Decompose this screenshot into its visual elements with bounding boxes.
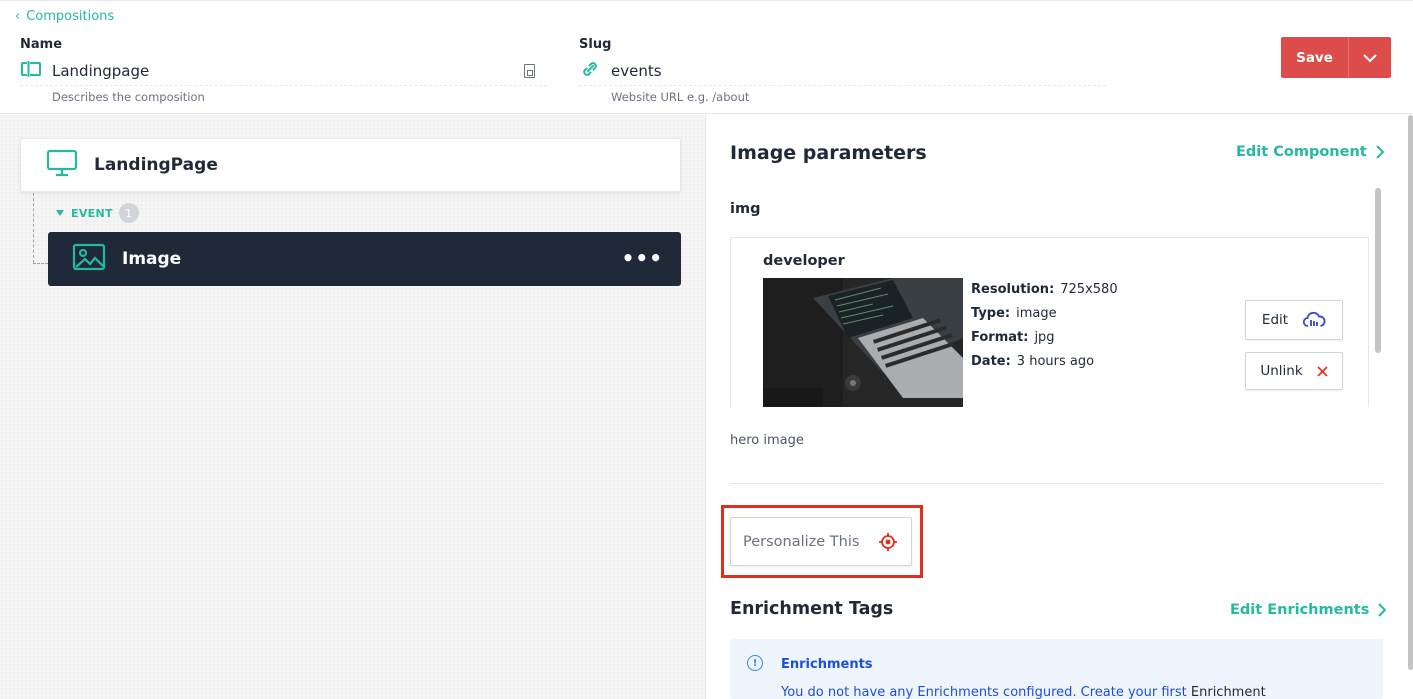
edit-asset-label: Edit bbox=[1261, 312, 1289, 328]
name-help-text: Describes the composition bbox=[52, 90, 205, 104]
slug-input[interactable]: events bbox=[611, 62, 662, 80]
divider bbox=[730, 483, 1383, 484]
close-icon bbox=[1317, 365, 1328, 377]
parameters-title: Image parameters bbox=[730, 142, 927, 164]
asset-type: Type: image bbox=[971, 306, 1057, 321]
format-label: Format: bbox=[971, 330, 1029, 345]
image-icon bbox=[72, 243, 106, 275]
format-value: jpg bbox=[1034, 330, 1055, 345]
parameters-panel: Image parameters Edit Component img deve… bbox=[707, 115, 1413, 699]
edit-enrichments-label: Edit Enrichments bbox=[1230, 602, 1370, 618]
root-component-card[interactable]: LandingPage bbox=[20, 138, 681, 192]
info-title: Enrichments bbox=[781, 657, 873, 672]
save-button-group: Save bbox=[1281, 37, 1391, 78]
slot-event-toggle[interactable]: EVENT 1 bbox=[55, 203, 139, 223]
document-icon[interactable] bbox=[524, 63, 535, 78]
name-input[interactable]: Landingpage bbox=[52, 62, 149, 80]
chevron-right-icon bbox=[1375, 145, 1384, 159]
page-scrollbar-thumb[interactable] bbox=[1408, 115, 1413, 670]
info-icon: ! bbox=[747, 655, 763, 671]
link-icon bbox=[579, 60, 601, 82]
asset-thumbnail[interactable] bbox=[763, 278, 963, 407]
asset-name: developer bbox=[763, 253, 845, 269]
date-value: 3 hours ago bbox=[1016, 354, 1095, 369]
monitor-icon bbox=[46, 149, 78, 181]
asset-card: developer Resolution: 725x580 Type: imag… bbox=[730, 237, 1369, 407]
tree-connector bbox=[33, 193, 34, 263]
resolution-label: Resolution: bbox=[971, 282, 1055, 297]
unlink-asset-label: Unlink bbox=[1260, 363, 1303, 379]
slug-help-text: Website URL e.g. /about bbox=[611, 90, 750, 104]
image-component-card[interactable]: Image ••• bbox=[48, 232, 681, 286]
image-component-title: Image bbox=[122, 249, 182, 269]
slug-field[interactable]: events bbox=[579, 56, 1106, 86]
type-value: image bbox=[1016, 306, 1057, 321]
save-button[interactable]: Save bbox=[1281, 37, 1349, 78]
triangle-down-icon bbox=[55, 207, 65, 220]
personalize-label: Personalize This bbox=[743, 533, 860, 550]
name-label: Name bbox=[20, 37, 63, 52]
root-component-title: LandingPage bbox=[94, 155, 218, 175]
chevron-right-icon bbox=[1378, 603, 1387, 617]
param-name: img bbox=[730, 201, 761, 217]
chevron-left-icon: ‹ bbox=[15, 9, 21, 24]
save-options-button[interactable] bbox=[1349, 37, 1391, 78]
param-description: hero image bbox=[730, 433, 804, 448]
cloud-icon bbox=[1302, 312, 1326, 327]
tree-connector bbox=[33, 263, 48, 264]
slug-label: Slug bbox=[579, 37, 612, 52]
asset-scrollbar-thumb[interactable] bbox=[1375, 188, 1381, 353]
more-icon[interactable]: ••• bbox=[622, 246, 663, 270]
composition-icon bbox=[20, 60, 42, 81]
asset-resolution: Resolution: 725x580 bbox=[971, 282, 1118, 297]
type-label: Type: bbox=[971, 306, 1011, 321]
asset-date: Date: 3 hours ago bbox=[971, 354, 1094, 369]
enrichments-info-box: ! Enrichments You do not have any Enrich… bbox=[730, 639, 1383, 699]
target-icon bbox=[879, 533, 897, 551]
info-text-plain: Enrichment bbox=[1190, 685, 1266, 699]
create-enrichment-link[interactable]: You do not have any Enrichments configur… bbox=[781, 685, 1187, 699]
edit-component-link[interactable]: Edit Component bbox=[1236, 144, 1384, 160]
composition-tree-canvas: LandingPage EVENT 1 Image ••• bbox=[0, 115, 706, 699]
date-label: Date: bbox=[971, 354, 1011, 369]
slot-label: EVENT bbox=[71, 206, 113, 220]
info-text: You do not have any Enrichments configur… bbox=[781, 685, 1266, 699]
asset-format: Format: jpg bbox=[971, 330, 1055, 345]
personalize-button[interactable]: Personalize This bbox=[730, 517, 912, 566]
unlink-asset-button[interactable]: Unlink bbox=[1245, 352, 1343, 390]
edit-component-label: Edit Component bbox=[1236, 144, 1367, 160]
edit-asset-button[interactable]: Edit bbox=[1245, 300, 1343, 340]
slot-count-badge: 1 bbox=[118, 203, 139, 223]
back-to-compositions-link[interactable]: ‹ Compositions bbox=[15, 9, 114, 24]
back-link-label: Compositions bbox=[26, 9, 115, 24]
name-field[interactable]: Landingpage bbox=[20, 56, 547, 86]
enrichment-tags-title: Enrichment Tags bbox=[730, 599, 894, 619]
chevron-down-icon bbox=[1363, 53, 1377, 62]
resolution-value: 725x580 bbox=[1060, 282, 1118, 297]
composition-header: ‹ Compositions Name Landingpage Describe… bbox=[0, 0, 1413, 114]
edit-enrichments-link[interactable]: Edit Enrichments bbox=[1230, 602, 1387, 618]
